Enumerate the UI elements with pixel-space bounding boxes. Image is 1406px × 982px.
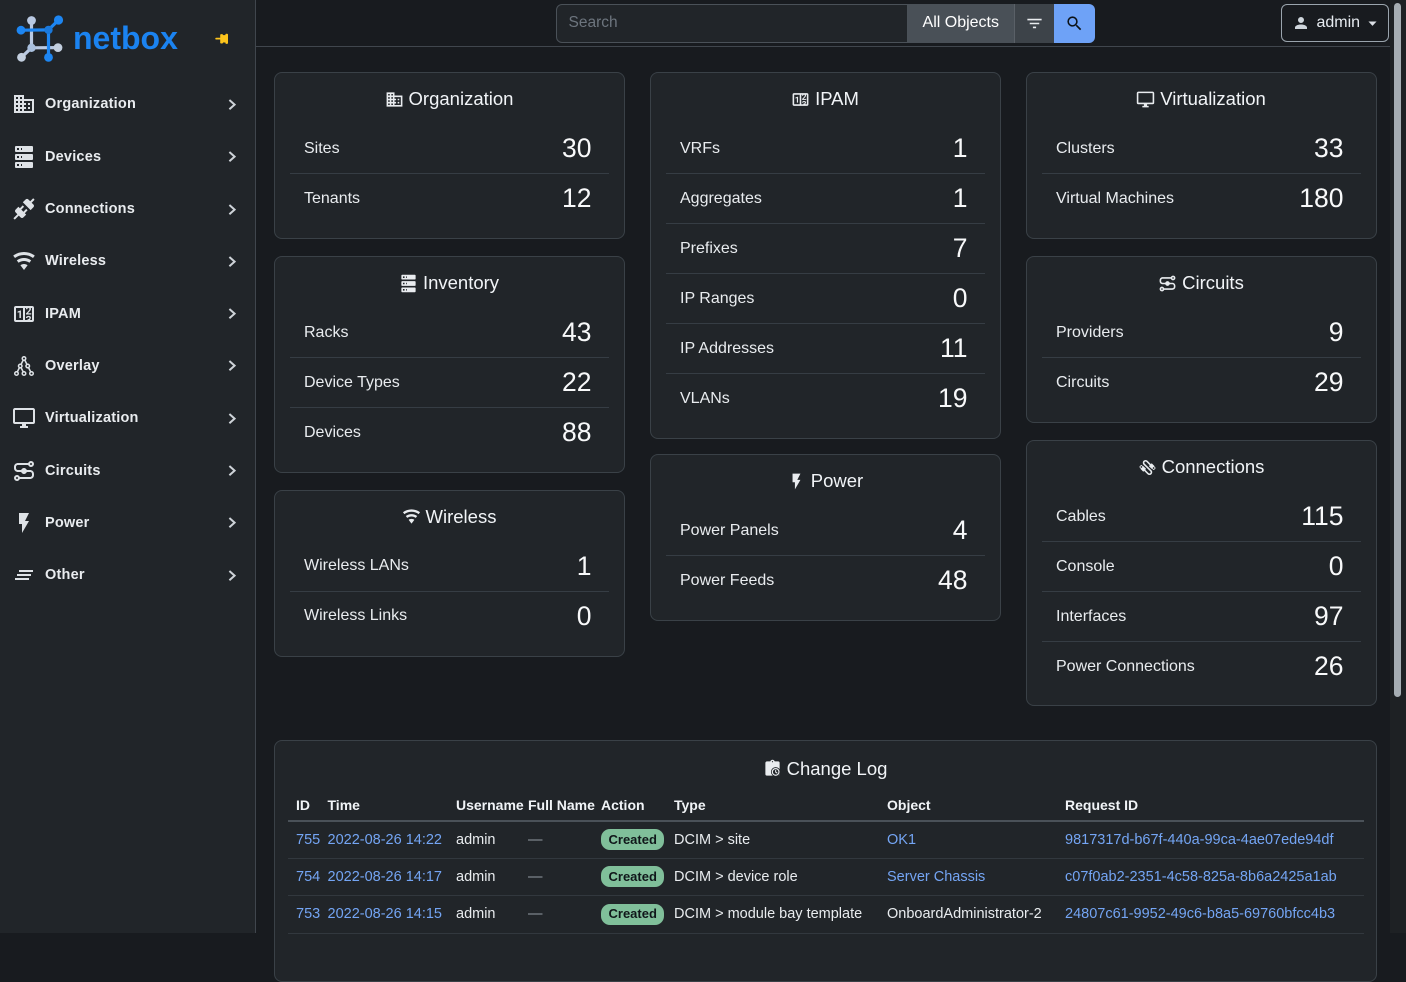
svg-text:netbox: netbox	[73, 20, 178, 56]
